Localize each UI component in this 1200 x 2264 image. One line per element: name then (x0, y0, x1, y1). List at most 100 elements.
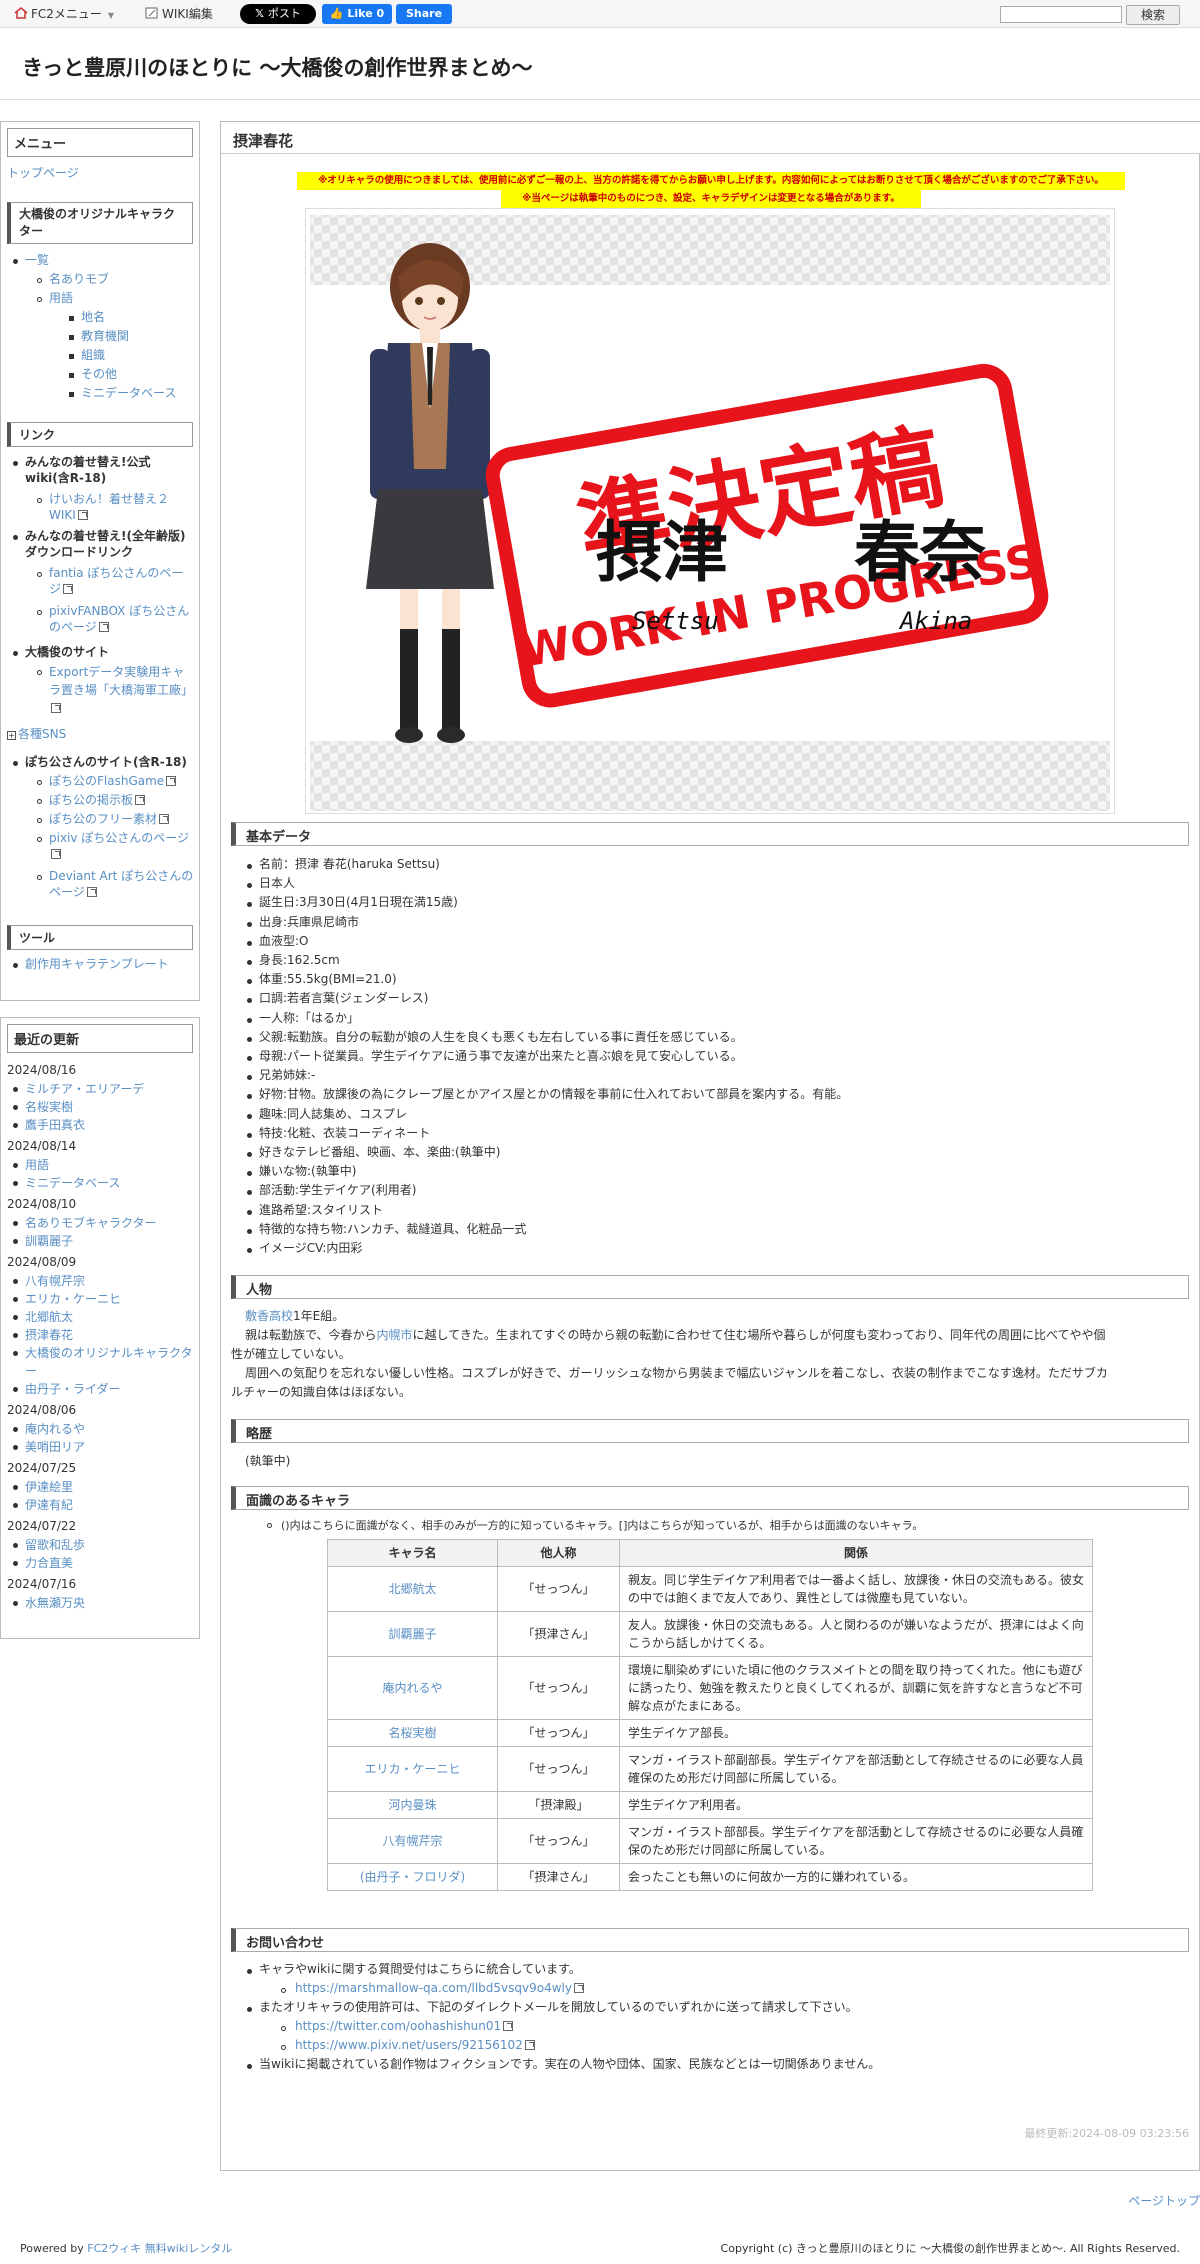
relation-name[interactable]: エリカ・ケーニヒ (327, 1746, 498, 1792)
link-kaigun[interactable]: Exportデータ実験用キャラ置き場「大橋海軍工廠」 (49, 663, 195, 717)
school-link[interactable]: 敷香高校 (245, 1309, 293, 1323)
recent-item[interactable]: 庵内れるや (25, 1420, 195, 1438)
basic-data-item: 身長:162.5cm (259, 953, 340, 967)
section-basic: 基本データ (231, 822, 1189, 846)
recent-title: 最近の更新 (7, 1024, 193, 1053)
relation-name[interactable]: 河内曼珠 (327, 1791, 498, 1819)
search-button[interactable]: 検索 (1126, 5, 1180, 25)
relation-name[interactable]: 訓覇麗子 (327, 1611, 498, 1657)
recent-item[interactable]: 摂津春花 (25, 1326, 195, 1344)
bullet (247, 1190, 252, 1196)
bullet (281, 2026, 286, 2031)
pixiv-link[interactable]: https://www.pixiv.net/users/92156102 (295, 2036, 535, 2055)
recent-item[interactable]: 伊達有紀 (25, 1496, 195, 1514)
bullet (247, 1075, 252, 1081)
section-relations: 面識のあるキャラ (231, 1486, 1189, 1510)
col-header-relation: 関係 (619, 1539, 1093, 1567)
recent-item[interactable]: 水無瀬万央 (25, 1594, 195, 1612)
fc2-menu[interactable]: FC2メニュー ▼ (14, 5, 114, 23)
x-post-button[interactable]: 𝕏 ポスト (240, 4, 316, 24)
link-fantia[interactable]: fantia ぽち公さんのページ (49, 565, 195, 597)
link-pochi-deviant[interactable]: Deviant Art ぽち公さんのページ (49, 868, 195, 900)
bullet (13, 1387, 18, 1392)
twitter-link[interactable]: https://twitter.com/oohashishun01 (295, 2017, 514, 2036)
sns-toggle[interactable]: + 各種SNS (7, 726, 66, 742)
relation-call: 「せっつん」 (497, 1746, 620, 1792)
sidebar-item-list[interactable]: 一覧 (25, 252, 49, 268)
recent-date: 2024/08/16 (7, 1063, 77, 1077)
relation-name[interactable]: (由丹子・フロリダ) (327, 1863, 498, 1891)
sidebar-item-terms[interactable]: 用語 (49, 290, 73, 306)
relation-name[interactable]: 庵内れるや (327, 1656, 498, 1720)
recent-item[interactable]: 留歌和乱歩 (25, 1536, 195, 1554)
x-logo-icon: 𝕏 (255, 7, 268, 20)
bullet (247, 902, 252, 908)
person-line-4: 周囲への気配りを忘れない優しい性格。コスプレが好きで、ガーリッシュな物から男装ま… (245, 1366, 1108, 1380)
bullet (13, 1503, 18, 1508)
link-template[interactable]: 創作用キャラテンプレート (25, 956, 169, 972)
sidebar-tools-title: ツール (7, 925, 193, 950)
name-art-roman1: Settsu (632, 607, 719, 635)
recent-item[interactable]: 大橋俊のオリジナルキャラクター (25, 1344, 195, 1380)
bullet (37, 498, 42, 503)
recent-item[interactable]: 鷹手田真衣 (25, 1116, 195, 1134)
link-pochi-pixiv[interactable]: pixiv ぽち公さんのページ (49, 830, 195, 862)
sidebar-item-minidb[interactable]: ミニデータベース (81, 385, 176, 401)
search-input[interactable] (1000, 6, 1122, 23)
sidebar-item-other[interactable]: その他 (81, 366, 117, 382)
link-fanbox[interactable]: pixivFANBOX ぽち公さんのページ (49, 603, 195, 635)
recent-item[interactable]: 名桜実樹 (25, 1098, 195, 1116)
city-link[interactable]: 内幌市 (377, 1328, 413, 1342)
relation-call: 「せっつん」 (497, 1566, 620, 1612)
basic-data-item: 体重:55.5kg(BMI=21.0) (259, 972, 397, 987)
bullet (247, 1094, 252, 1100)
basic-data-item: 誕生日:3月30日(4月1日現在満15歳) (259, 895, 458, 910)
wiki-edit-link[interactable]: WIKI編集 (145, 5, 213, 23)
section-history: 略歴 (231, 1419, 1189, 1443)
recent-item[interactable]: 伊達絵里 (25, 1478, 195, 1496)
bullet (247, 1036, 252, 1042)
link-pochi-flash[interactable]: ぽち公のFlashGame (49, 773, 177, 789)
bullet (247, 1171, 252, 1177)
page-title: 摂津春花 (221, 122, 1200, 154)
recent-item[interactable]: 美哨田リア (25, 1438, 195, 1456)
recent-item[interactable]: 用語 (25, 1156, 195, 1174)
site-title[interactable]: きっと豊原川のほとりに 〜大橋俊の創作世界まとめ〜 (22, 52, 532, 82)
chevron-down-icon: ▼ (107, 11, 115, 20)
recent-item[interactable]: ミルチア・エリアーデ (25, 1080, 195, 1098)
bullet (37, 837, 42, 842)
link-group-title: みんなの着せ替え!(全年齢版)ダウンロードリンク (25, 529, 186, 559)
fc2wiki-link[interactable]: FC2ウィキ 無料wikiレンタル (87, 2242, 232, 2255)
recent-item[interactable]: 八有幌芹宗 (25, 1272, 195, 1290)
link-pochi-free[interactable]: ぽち公のフリー素材 (49, 811, 170, 827)
recent-item[interactable]: ミニデータベース (25, 1174, 195, 1192)
recent-item[interactable]: 力合直美 (25, 1554, 195, 1572)
relation-name[interactable]: 八有幌芹宗 (327, 1818, 498, 1864)
recent-item[interactable]: 北郷航太 (25, 1308, 195, 1326)
link-keion[interactable]: けいおん！着せ替え２WIKI (49, 491, 195, 523)
sidebar-item-org[interactable]: 組織 (81, 347, 105, 363)
relation-name[interactable]: 名桜実樹 (327, 1719, 498, 1747)
sidebar-item-place[interactable]: 地名 (81, 309, 105, 325)
sidebar-item-school[interactable]: 教育機関 (81, 328, 129, 344)
sidebar-item-mob[interactable]: 名ありモブ (49, 271, 109, 287)
fc2-toolbar: FC2メニュー ▼ WIKI編集 𝕏 ポスト 👍 Like 0 Share 検索 (0, 0, 1200, 28)
facebook-like-button[interactable]: 👍 Like 0 (322, 4, 392, 24)
relation-name[interactable]: 北郷航太 (327, 1566, 498, 1612)
bullet (13, 963, 18, 968)
marshmallow-link[interactable]: https://marshmallow-qa.com/llbd5vsqv9o4w… (295, 1979, 584, 1998)
external-link-icon (573, 1983, 584, 1993)
recent-item[interactable]: 名ありモブキャラクター (25, 1214, 195, 1232)
recent-item[interactable]: 由丹子・ライダー (25, 1380, 195, 1398)
page-top-link[interactable]: ページトップ (1128, 2192, 1200, 2209)
sidebar-top-page[interactable]: トップページ (7, 165, 79, 181)
basic-data-item: 嫌いな物:(執筆中) (259, 1164, 357, 1179)
recent-item[interactable]: 訓覇麗子 (25, 1232, 195, 1250)
link-pochi-bbs[interactable]: ぽち公の掲示板 (49, 792, 146, 808)
facebook-share-button[interactable]: Share (396, 4, 452, 24)
bullet (281, 2045, 286, 2050)
recent-item[interactable]: エリカ・ケーニヒ (25, 1290, 195, 1308)
recent-date: 2024/08/06 (7, 1403, 77, 1417)
link-group-title: 大橋俊のサイト (25, 645, 110, 659)
basic-data-item: 一人称:「はるか」 (259, 1010, 360, 1025)
